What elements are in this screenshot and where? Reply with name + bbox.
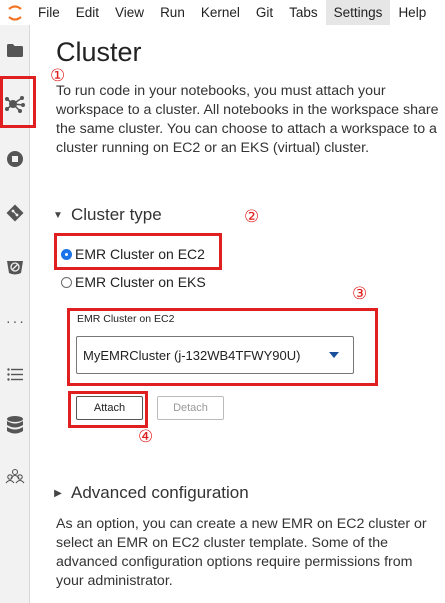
caret-right-icon: ▶ — [54, 487, 62, 499]
annotation-number-4: ④ — [138, 427, 154, 447]
annotation-number-2: ② — [244, 207, 260, 227]
detach-button[interactable]: Detach — [157, 396, 224, 420]
database-icon[interactable] — [0, 410, 30, 440]
advanced-configuration-toggle[interactable]: ▶ Advanced configuration — [53, 483, 249, 503]
annotation-number-1: ① — [50, 66, 66, 86]
menu-view[interactable]: View — [107, 0, 152, 25]
extension-icon[interactable] — [0, 252, 30, 282]
annotation-box-2 — [54, 233, 222, 270]
users-icon[interactable] — [0, 461, 30, 491]
menu-settings[interactable]: Settings — [325, 0, 391, 25]
annotation-box-4 — [68, 391, 148, 428]
menu-edit[interactable]: Edit — [68, 0, 107, 25]
cluster-type-heading: Cluster type — [71, 205, 162, 224]
code-snippets-icon[interactable]: {···} — [0, 307, 30, 337]
annotation-number-3: ③ — [352, 284, 368, 304]
advanced-configuration-heading: Advanced configuration — [71, 483, 249, 502]
folder-icon[interactable] — [0, 35, 30, 65]
git-icon[interactable] — [0, 198, 30, 228]
menu-git[interactable]: Git — [248, 0, 281, 25]
menu-kernel[interactable]: Kernel — [193, 0, 248, 25]
radio-emr-eks[interactable]: EMR Cluster on EKS — [61, 274, 206, 290]
menu-run[interactable]: Run — [152, 0, 193, 25]
caret-down-icon: ▼ — [53, 209, 63, 221]
menubar: File Edit View Run Kernel Git Tabs Setti… — [0, 0, 445, 25]
menu-file[interactable]: File — [30, 0, 68, 25]
cluster-type-toggle[interactable]: ▼ Cluster type — [53, 205, 162, 225]
menu-help[interactable]: Help — [390, 0, 434, 25]
page-title: Cluster — [56, 37, 142, 67]
annotation-box-1 — [0, 76, 36, 128]
jupyter-logo-icon[interactable] — [0, 0, 30, 25]
intro-text: To run code in your notebooks, you must … — [56, 83, 439, 156]
menu-tabs[interactable]: Tabs — [281, 0, 326, 25]
radio-label-eks: EMR Cluster on EKS — [75, 274, 206, 290]
svg-text:{···}: {···} — [4, 316, 26, 329]
table-of-contents-icon[interactable] — [0, 359, 30, 389]
stop-circle-icon[interactable] — [0, 144, 30, 174]
annotation-box-3 — [67, 308, 378, 386]
advanced-configuration-text: As an option, you can create a new EMR o… — [56, 516, 427, 589]
radio-button[interactable] — [61, 276, 72, 288]
